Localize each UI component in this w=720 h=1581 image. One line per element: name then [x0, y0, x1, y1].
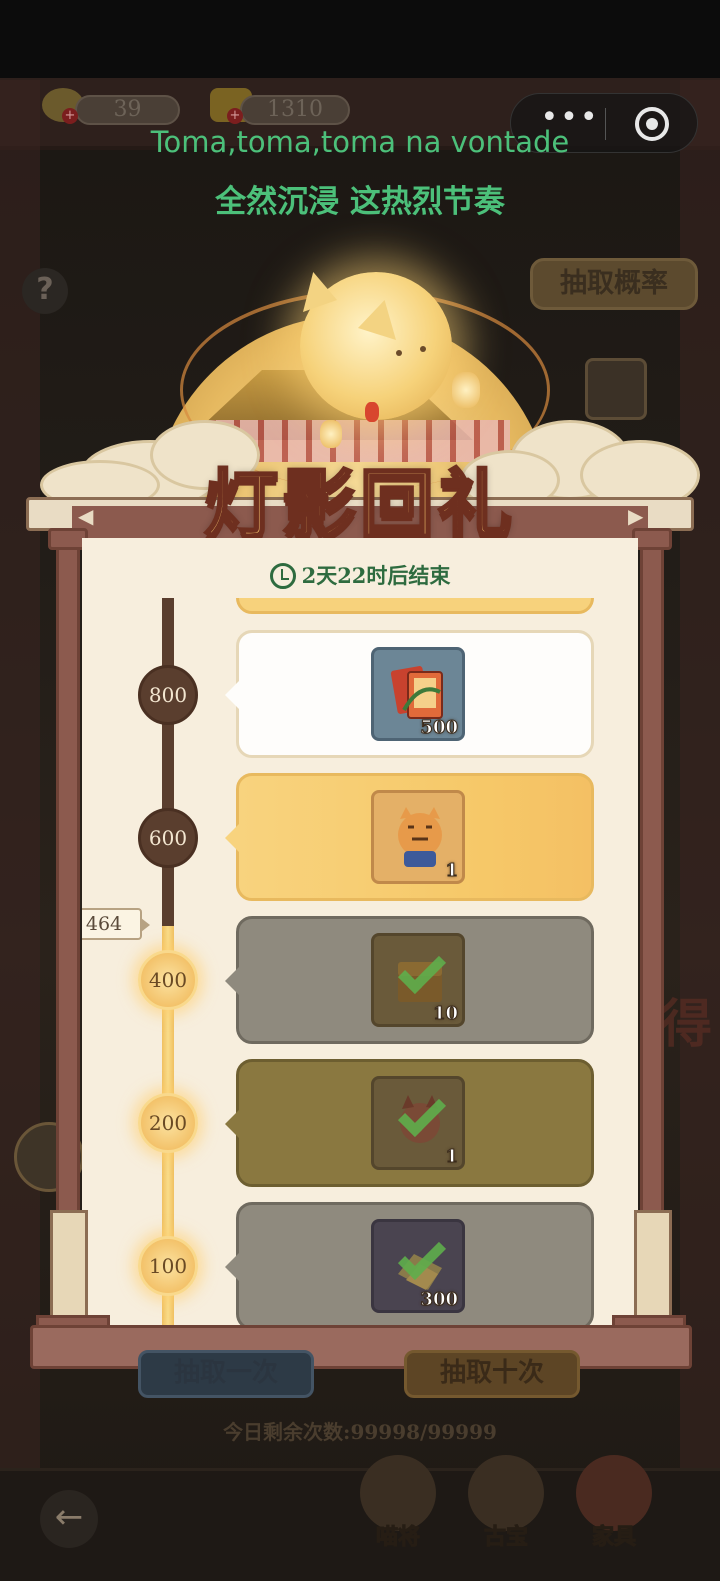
nav-furniture[interactable]: 家具: [566, 1455, 662, 1551]
lyric-line-2: 全然沉浸 这热烈节奏: [215, 184, 505, 220]
reward-item[interactable]: 10: [371, 933, 465, 1027]
fish-currency-counter[interactable]: 39: [75, 95, 180, 125]
event-timer: 2天22时后结束: [82, 560, 638, 590]
milestone-card-600[interactable]: 1: [225, 773, 594, 901]
milestone-card-partial: [236, 598, 594, 614]
reward-count: 1: [445, 1146, 458, 1168]
lyric-line-1: Toma,toma,toma na vontade: [150, 125, 570, 159]
add-gold-button[interactable]: +: [227, 108, 243, 124]
milestone-card-400[interactable]: 10: [225, 916, 594, 1044]
nav-treasure[interactable]: 古宝: [458, 1455, 554, 1551]
clock-icon: [269, 563, 296, 589]
nav-label: 喵将: [375, 1524, 420, 1551]
reward-count: 1: [445, 860, 458, 882]
reward-count: 10: [432, 1003, 458, 1025]
pillar-band-left: [50, 1210, 88, 1320]
status-area: [0, 0, 720, 78]
nav-label: 家具: [591, 1524, 636, 1551]
nav-cat-generals[interactable]: 喵将: [350, 1455, 446, 1551]
timer-text: 2天22时后结束: [301, 563, 451, 588]
pillar-band-right: [634, 1210, 672, 1320]
frame-base: [30, 1325, 692, 1369]
reward-item[interactable]: 1: [371, 790, 465, 884]
remaining-draws: 今日剩余次数:99998/99999: [223, 1420, 497, 1444]
milestone-node-600: 600: [138, 808, 198, 868]
nav-label: 古宝: [483, 1524, 528, 1551]
milestone-card-100[interactable]: 300: [225, 1202, 594, 1330]
milestone-card-200[interactable]: 1: [225, 1059, 594, 1187]
reward-item[interactable]: 1: [371, 1076, 465, 1170]
milestone-node-400: 400: [138, 950, 198, 1010]
event-title: 灯影回礼: [203, 461, 516, 550]
back-button[interactable]: ←: [40, 1490, 98, 1548]
gold-currency-counter[interactable]: 1310: [240, 95, 350, 125]
reward-item[interactable]: 500: [371, 647, 465, 741]
milestone-node-200: 200: [138, 1093, 198, 1153]
milestone-node-100: 100: [138, 1236, 198, 1296]
reward-item[interactable]: 300: [371, 1219, 465, 1313]
help-button[interactable]: ?: [22, 268, 68, 314]
cat-face: [390, 340, 440, 380]
draw-ten-button[interactable]: 抽取十次: [404, 1350, 580, 1398]
milestone-list[interactable]: 800 500 600 1 464 400 10 200 1 100 300: [82, 598, 638, 1346]
add-fish-button[interactable]: +: [62, 108, 78, 124]
reward-panel: 2天22时后结束 800 500 600 1 464 400 10 200 1 …: [82, 538, 638, 1346]
reward-count: 300: [420, 1289, 459, 1311]
milestone-card-800[interactable]: 500: [225, 630, 594, 758]
current-progress-tag: 464: [82, 908, 150, 940]
progress-track-remaining: [162, 598, 174, 926]
reward-count: 500: [420, 717, 459, 739]
tiger-cat-icon: [398, 807, 442, 867]
draw-probability-button[interactable]: 抽取概率: [530, 258, 698, 310]
milestone-node-800: 800: [138, 665, 198, 725]
background-side-text: 得: [660, 994, 713, 1055]
draw-once-button[interactable]: 抽取一次: [138, 1350, 314, 1398]
